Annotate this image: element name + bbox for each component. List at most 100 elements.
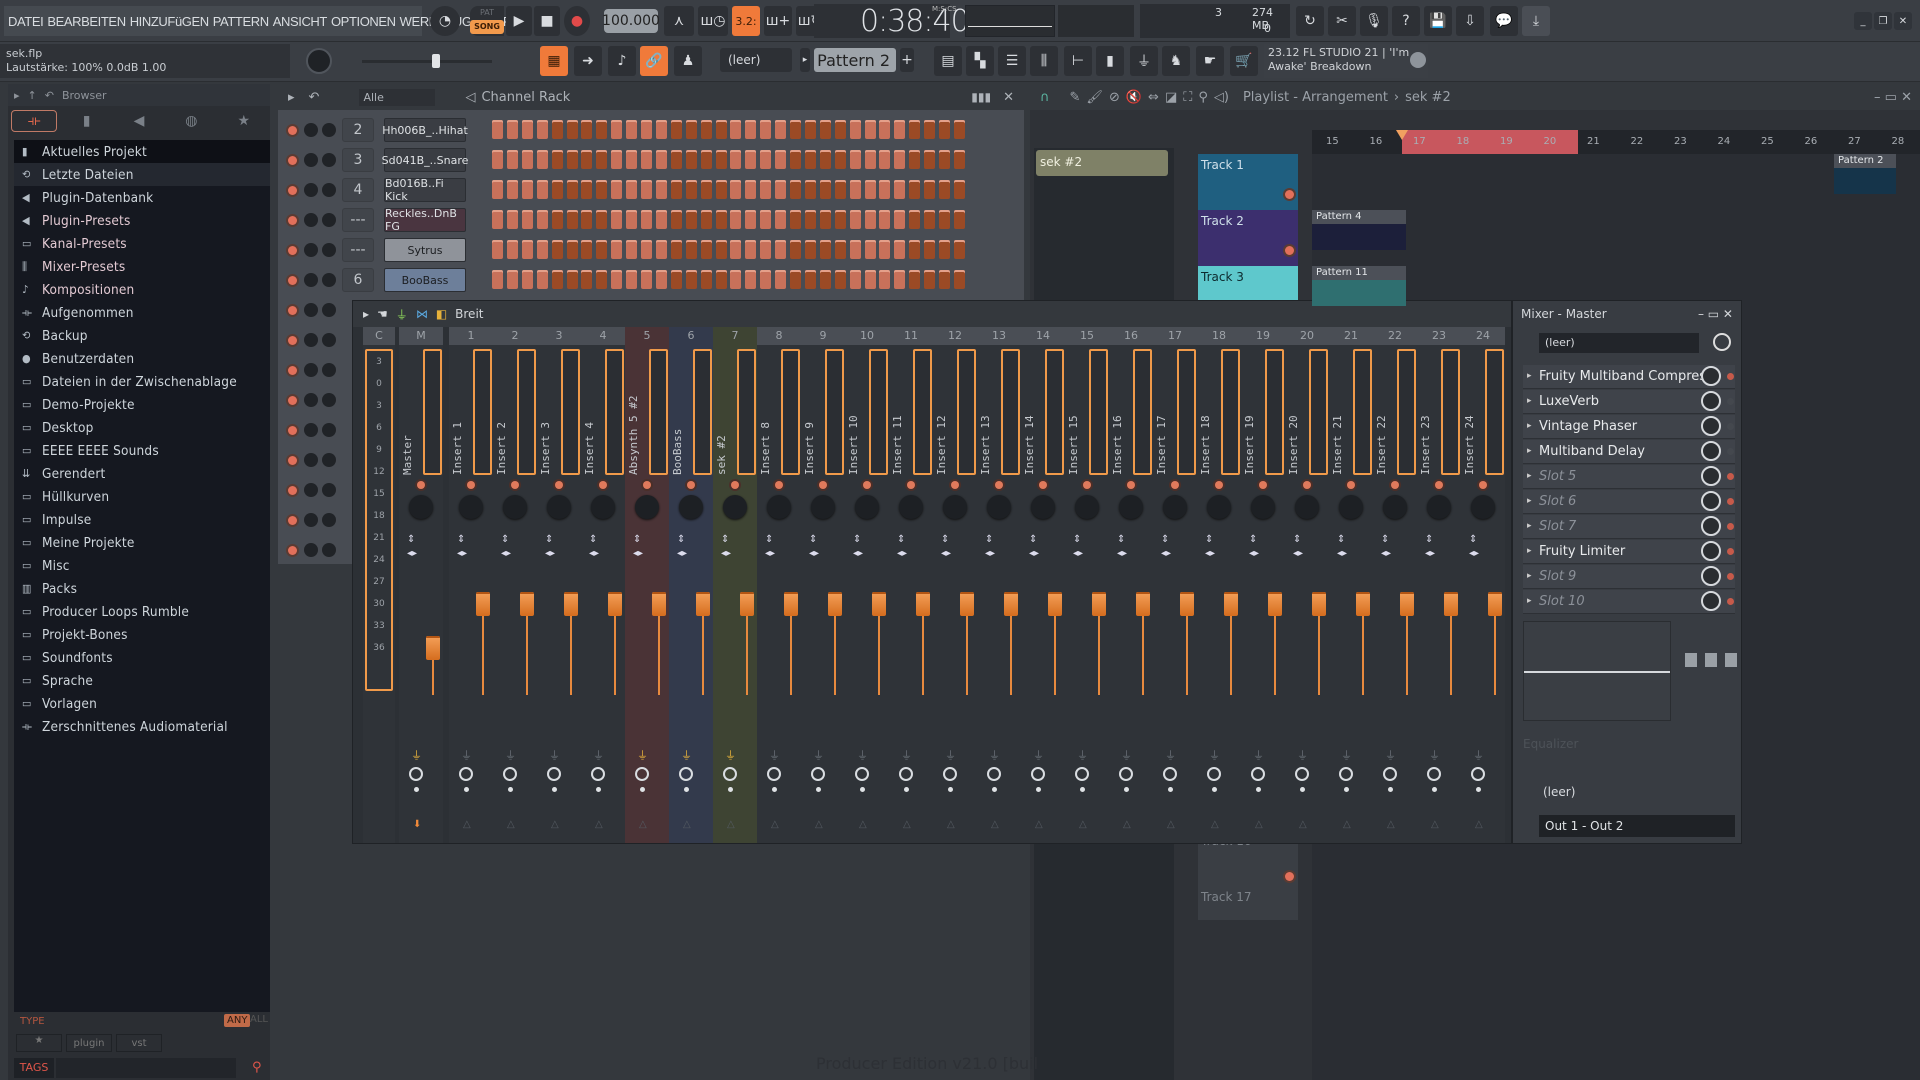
step-button[interactable] — [715, 210, 727, 229]
step-button[interactable] — [730, 120, 742, 139]
channel-led[interactable] — [288, 216, 297, 225]
volume-fader-handle[interactable] — [960, 592, 974, 617]
channel-volume-knob[interactable] — [304, 543, 318, 557]
step-button[interactable] — [745, 180, 757, 199]
track-led[interactable] — [1285, 872, 1294, 881]
window-controls[interactable]: – ▭ ✕ — [1874, 90, 1912, 105]
browser-item[interactable]: ▭ Meine Projekte — [14, 531, 270, 554]
step-button[interactable] — [655, 210, 667, 229]
step-button[interactable] — [790, 120, 801, 139]
fx-mix-knob[interactable] — [1701, 391, 1721, 411]
mixer-strip[interactable]: 16 Insert 16 ⇕ ◂▸ ⏚ △ — [1109, 327, 1153, 843]
main-pitch-knob[interactable] — [306, 48, 332, 74]
stereo-separation-icon[interactable]: ⇕ ◂▸ — [765, 533, 775, 561]
strip-enable-led[interactable] — [731, 481, 739, 489]
step-button[interactable] — [715, 270, 727, 289]
step-button[interactable] — [670, 120, 682, 139]
stereo-separation-icon[interactable]: ⇕ ◂▸ — [457, 533, 467, 561]
step-button[interactable] — [953, 120, 965, 139]
step-button[interactable] — [700, 210, 712, 229]
step-button[interactable] — [700, 180, 712, 199]
pattern-selector[interactable]: Pattern 2 — [814, 48, 896, 72]
step-button[interactable] — [790, 180, 801, 199]
strip-pan-knob[interactable] — [1031, 495, 1055, 519]
strip-pan-knob[interactable] — [767, 495, 791, 519]
route-dot[interactable] — [596, 787, 601, 792]
stop-button[interactable]: ■ — [534, 6, 560, 36]
volume-fader-handle[interactable] — [564, 592, 578, 617]
expand-arrow-icon[interactable]: ▸ — [1527, 521, 1532, 531]
fx-enable-led[interactable] — [1727, 598, 1734, 605]
route-dot[interactable] — [1388, 787, 1393, 792]
browser-item[interactable]: ▭ EEEE EEEE Sounds — [14, 439, 270, 462]
input-selector[interactable]: (leer) — [1543, 785, 1733, 799]
step-button[interactable] — [834, 210, 846, 229]
channel-volume-knob[interactable] — [304, 483, 318, 497]
stamp-button[interactable]: ♟ — [674, 46, 702, 76]
step-button[interactable] — [506, 240, 518, 259]
route-arrow-icon[interactable]: ⬇ — [413, 819, 421, 830]
stereo-separation-icon[interactable]: ⇕ ◂▸ — [1293, 533, 1303, 561]
mixer-strip[interactable]: 5 Absynth 5 #2 ⇕ ◂▸ ⏚ △ — [625, 327, 669, 843]
step-button[interactable] — [626, 240, 638, 259]
mixer-strip[interactable]: 4 Insert 4 ⇕ ◂▸ ⏚ △ — [581, 327, 625, 843]
strip-pan-knob[interactable] — [1339, 495, 1363, 519]
browser-item[interactable]: ♪ Kompositionen — [14, 278, 270, 301]
step-button[interactable] — [849, 270, 861, 289]
piano-roll-button[interactable]: ▚ — [966, 46, 994, 76]
route-dot[interactable] — [684, 787, 689, 792]
step-button[interactable] — [775, 180, 787, 199]
route-dot[interactable] — [1300, 787, 1305, 792]
track-led[interactable] — [1285, 190, 1294, 199]
browser-item[interactable]: ▭ Impulse — [14, 508, 270, 531]
stereo-separation-icon[interactable]: ⇕ ◂▸ — [677, 533, 687, 561]
latency-clock-icon[interactable] — [635, 767, 649, 781]
record-arm-icon[interactable]: ⏚ — [1341, 747, 1352, 763]
fx-enable-led[interactable] — [1727, 573, 1734, 580]
strip-enable-led[interactable] — [1435, 481, 1443, 489]
channel-name-button[interactable]: Reckles..DnB FG — [384, 207, 466, 233]
channel-led[interactable] — [288, 366, 297, 375]
expand-arrow-icon[interactable]: ▸ — [1527, 371, 1532, 381]
step-button[interactable] — [521, 120, 533, 139]
send-triangle-icon[interactable]: △ — [595, 819, 603, 830]
step-button[interactable] — [655, 180, 667, 199]
tags-button[interactable]: TAGS — [14, 1058, 54, 1078]
strip-enable-led[interactable] — [775, 481, 783, 489]
route-dot[interactable] — [1168, 787, 1173, 792]
step-button[interactable] — [834, 150, 846, 169]
latency-clock-icon[interactable] — [1251, 767, 1265, 781]
step-button[interactable] — [953, 180, 965, 199]
step-button[interactable] — [864, 180, 876, 199]
fx-slot[interactable]: ▸ LuxeVerb — [1523, 390, 1735, 414]
browser-item[interactable]: ▭ Demo-Projekte — [14, 393, 270, 416]
magnet-icon[interactable]: ∩ — [1040, 90, 1050, 105]
record-arm-icon[interactable]: ⏚ — [901, 747, 912, 763]
step-button[interactable] — [506, 150, 518, 169]
channel-name-button[interactable]: BooBass — [384, 268, 466, 292]
mixer-strip[interactable]: 6 BooBass ⇕ ◂▸ ⏚ △ — [669, 327, 713, 843]
fx-slot[interactable]: ▸ Fruity Multiband Compres.. — [1523, 365, 1735, 389]
channel-pan-knob[interactable] — [322, 483, 336, 497]
project-browser-button[interactable]: ⊢ — [1064, 46, 1092, 76]
step-button[interactable] — [849, 240, 861, 259]
pattern-clip[interactable]: Pattern 4 — [1312, 210, 1406, 250]
mixer-mode[interactable]: Breit — [455, 307, 483, 321]
expand-arrow-icon[interactable]: ▸ — [1527, 596, 1532, 606]
fx-slot[interactable]: ▸ Multiband Delay — [1523, 440, 1735, 464]
step-button[interactable] — [581, 210, 593, 229]
menu-pattern[interactable]: PATTERN — [213, 14, 269, 29]
send-triangle-icon[interactable]: △ — [639, 819, 647, 830]
mixer-strip[interactable]: 20 Insert 20 ⇕ ◂▸ ⏚ △ — [1285, 327, 1329, 843]
strip-enable-led[interactable] — [951, 481, 959, 489]
step-button[interactable] — [521, 210, 533, 229]
step-button[interactable] — [641, 210, 652, 229]
latency-clock-icon[interactable] — [1295, 767, 1309, 781]
expand-arrow-icon[interactable]: ▸ — [1527, 546, 1532, 556]
mixer-strip[interactable]: 24 Insert 24 ⇕ ◂▸ ⏚ △ — [1461, 327, 1505, 843]
route-dot[interactable] — [1344, 787, 1349, 792]
tab-all-icon[interactable]: ⟛ — [11, 110, 58, 132]
mixer-strip[interactable]: 22 Insert 22 ⇕ ◂▸ ⏚ △ — [1373, 327, 1417, 843]
volume-fader-handle[interactable] — [1444, 592, 1458, 617]
step-button[interactable] — [700, 120, 712, 139]
